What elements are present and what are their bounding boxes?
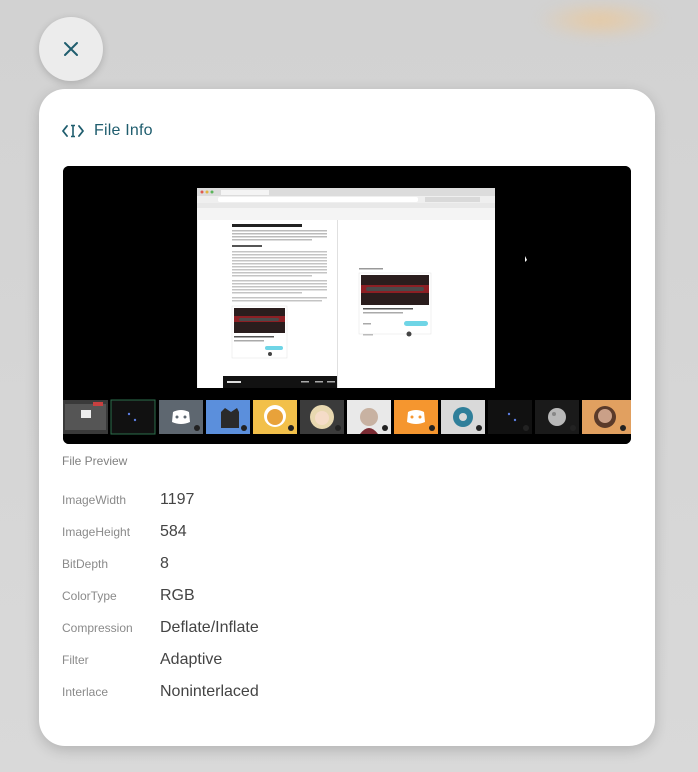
meta-value: Adaptive — [160, 651, 223, 668]
meta-row-imagewidth: ImageWidth 1197 — [62, 491, 194, 513]
meta-value: 1197 — [160, 491, 195, 508]
close-icon — [64, 42, 78, 56]
meta-row-interlace: Interlace Noninterlaced — [62, 683, 259, 705]
meta-value: 8 — [160, 555, 169, 572]
meta-key: ImageHeight — [62, 525, 131, 539]
file-preview-image — [63, 166, 631, 444]
meta-row-filter: Filter Adaptive — [62, 651, 222, 673]
meta-row-compression: Compression Deflate/Inflate — [62, 619, 259, 641]
file-info-card: File Info File Preview ImageWidth 1197 I… — [39, 89, 655, 746]
background-blur — [535, 0, 665, 40]
meta-value: RGB — [160, 587, 195, 604]
meta-row-bitdepth: BitDepth 8 — [62, 555, 169, 577]
meta-value: Noninterlaced — [160, 683, 259, 700]
participant-strip — [63, 399, 631, 435]
meta-row-colortype: ColorType RGB — [62, 587, 195, 609]
meta-key: BitDepth — [62, 557, 109, 571]
meta-key: Compression — [62, 621, 133, 635]
code-cursor-icon — [62, 124, 84, 138]
meta-value: 584 — [160, 523, 187, 540]
meta-key: Interlace — [62, 685, 109, 699]
preview-caption: File Preview — [62, 454, 128, 468]
close-button[interactable] — [39, 17, 103, 81]
card-header: File Info — [62, 120, 153, 142]
card-title: File Info — [94, 122, 153, 139]
meta-row-imageheight: ImageHeight 584 — [62, 523, 187, 545]
meta-key: Filter — [62, 653, 89, 667]
shared-browser-window — [197, 188, 495, 388]
meta-value: Deflate/Inflate — [160, 619, 259, 636]
meta-key: ColorType — [62, 589, 117, 603]
meta-key: ImageWidth — [62, 493, 127, 507]
